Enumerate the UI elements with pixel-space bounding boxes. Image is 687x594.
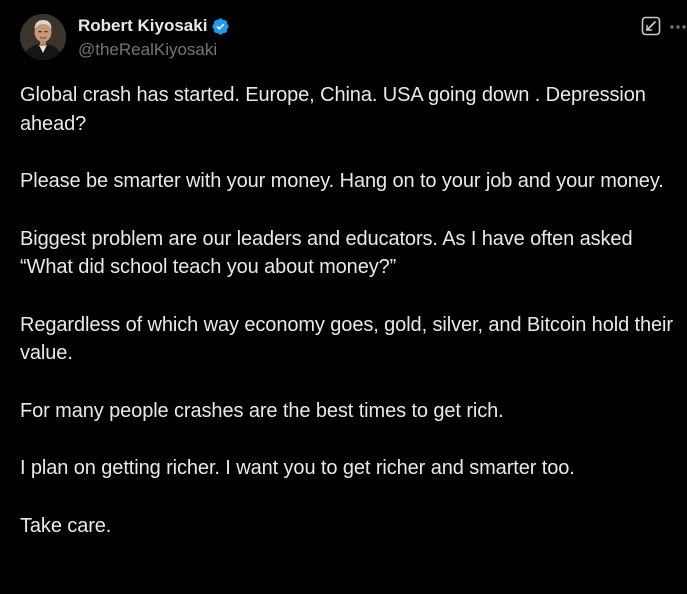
post-body: Global crash has started. Europe, China.… <box>20 81 685 569</box>
post-paragraph: Biggest problem are our leaders and educ… <box>20 227 633 279</box>
post-paragraph: Global crash has started. Europe, China.… <box>20 84 646 135</box>
post-paragraph: Take care. <box>20 514 112 537</box>
post-paragraph: I plan on getting richer. I want you to … <box>20 457 575 479</box>
author-name-row: Robert Kiyosaki <box>78 15 230 37</box>
verified-badge-icon <box>211 17 230 36</box>
post-paragraph: Please be smarter with your money. Hang … <box>20 170 664 192</box>
post-paragraph: For many people crashes are the best tim… <box>20 399 504 422</box>
grok-icon[interactable] <box>641 16 661 36</box>
more-options-icon[interactable] <box>669 18 687 34</box>
avatar[interactable] <box>20 14 66 60</box>
post: Robert Kiyosaki @theRealKiyosaki Global … <box>0 0 687 594</box>
post-paragraph: Regardless of which way economy goes, go… <box>20 313 673 365</box>
author-handle[interactable]: @theRealKiyosaki <box>78 39 217 61</box>
author-display-name[interactable]: Robert Kiyosaki <box>78 15 207 37</box>
